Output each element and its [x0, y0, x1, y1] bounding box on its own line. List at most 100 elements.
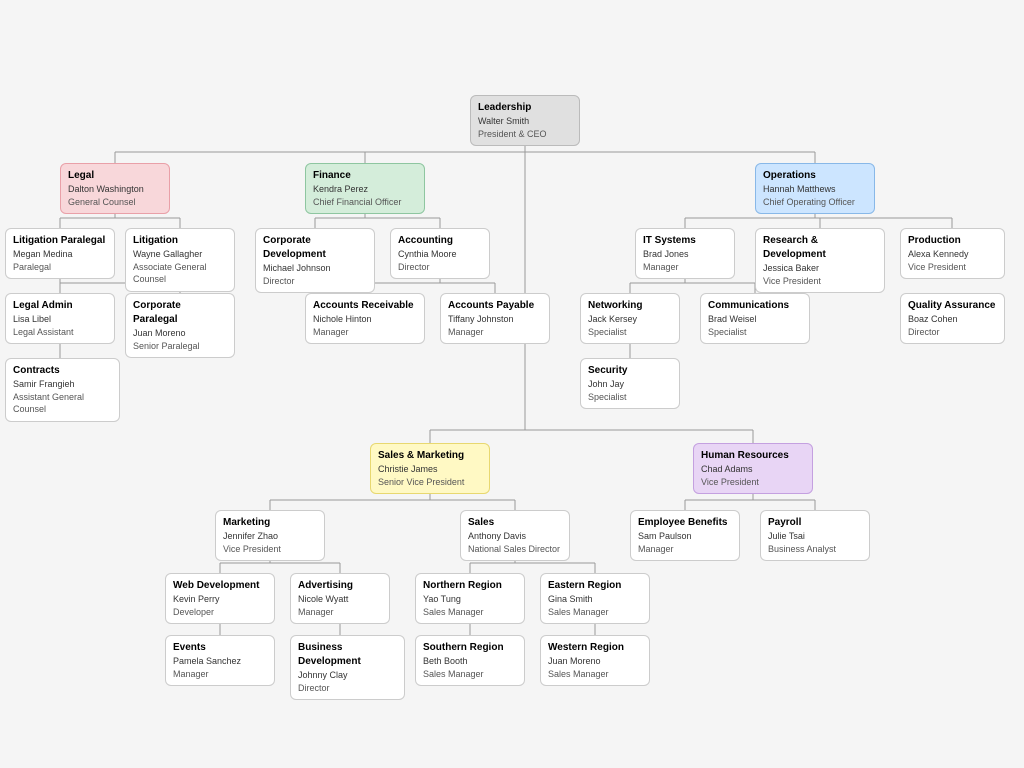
node-title-networking: Networking: [588, 299, 672, 313]
node-name-corp_paralegal: Juan Moreno: [133, 327, 227, 340]
node-name-networking: Jack Kersey: [588, 313, 672, 326]
node-name-it_systems: Brad Jones: [643, 248, 727, 261]
node-role-legal: General Counsel: [68, 196, 162, 209]
node-title-it_systems: IT Systems: [643, 234, 727, 248]
node-role-eastern_region: Sales Manager: [548, 606, 642, 619]
node-role-biz_dev: Director: [298, 682, 397, 695]
node-title-legal_admin: Legal Admin: [13, 299, 107, 313]
node-role-western_region: Sales Manager: [548, 668, 642, 681]
node-name-western_region: Juan Moreno: [548, 655, 642, 668]
node-communications: CommunicationsBrad WeiselSpecialist: [700, 293, 810, 344]
node-leadership: LeadershipWalter SmithPresident & CEO: [470, 95, 580, 146]
node-name-quality_assurance: Boaz Cohen: [908, 313, 997, 326]
node-title-eastern_region: Eastern Region: [548, 579, 642, 593]
node-role-legal_admin: Legal Assistant: [13, 326, 107, 339]
node-role-events: Manager: [173, 668, 267, 681]
node-role-accounting: Director: [398, 261, 482, 274]
node-role-litigation: Associate General Counsel: [133, 261, 227, 286]
node-title-security: Security: [588, 364, 672, 378]
node-role-finance: Chief Financial Officer: [313, 196, 417, 209]
node-role-advertising: Manager: [298, 606, 382, 619]
node-name-legal: Dalton Washington: [68, 183, 162, 196]
node-role-leadership: President & CEO: [478, 128, 572, 141]
node-role-operations: Chief Operating Officer: [763, 196, 867, 209]
node-name-human_resources: Chad Adams: [701, 463, 805, 476]
node-title-payroll: Payroll: [768, 516, 862, 530]
node-role-contracts: Assistant General Counsel: [13, 391, 112, 416]
node-title-marketing: Marketing: [223, 516, 317, 530]
node-role-human_resources: Vice President: [701, 476, 805, 489]
node-role-communications: Specialist: [708, 326, 802, 339]
node-finance: FinanceKendra PerezChief Financial Offic…: [305, 163, 425, 214]
node-role-web_dev: Developer: [173, 606, 267, 619]
node-title-contracts: Contracts: [13, 364, 112, 378]
node-name-production: Alexa Kennedy: [908, 248, 997, 261]
node-title-accts_receivable: Accounts Receivable: [313, 299, 417, 313]
node-corp_dev: Corporate DevelopmentMichael JohnsonDire…: [255, 228, 375, 293]
node-title-leadership: Leadership: [478, 101, 572, 115]
node-operations: OperationsHannah MatthewsChief Operating…: [755, 163, 875, 214]
node-web_dev: Web DevelopmentKevin PerryDeveloper: [165, 573, 275, 624]
node-it_systems: IT SystemsBrad JonesManager: [635, 228, 735, 279]
node-role-r_and_d: Vice President: [763, 275, 877, 288]
node-title-sales_marketing: Sales & Marketing: [378, 449, 482, 463]
node-title-finance: Finance: [313, 169, 417, 183]
node-litigation_paralegal: Litigation ParalegalMegan MedinaParalega…: [5, 228, 115, 279]
node-title-quality_assurance: Quality Assurance: [908, 299, 997, 313]
node-litigation: LitigationWayne GallagherAssociate Gener…: [125, 228, 235, 292]
node-sales_marketing: Sales & MarketingChristie JamesSenior Vi…: [370, 443, 490, 494]
node-name-web_dev: Kevin Perry: [173, 593, 267, 606]
node-name-litigation: Wayne Gallagher: [133, 248, 227, 261]
node-title-accts_payable: Accounts Payable: [448, 299, 542, 313]
node-networking: NetworkingJack KerseySpecialist: [580, 293, 680, 344]
node-name-sales_marketing: Christie James: [378, 463, 482, 476]
node-biz_dev: Business DevelopmentJohnny ClayDirector: [290, 635, 405, 700]
node-role-corp_paralegal: Senior Paralegal: [133, 340, 227, 353]
org-chart: LeadershipWalter SmithPresident & CEO Leg…: [0, 0, 1024, 768]
node-title-sales: Sales: [468, 516, 562, 530]
node-title-biz_dev: Business Development: [298, 641, 397, 669]
node-title-operations: Operations: [763, 169, 867, 183]
node-accts_receivable: Accounts ReceivableNichole HintonManager: [305, 293, 425, 344]
node-title-web_dev: Web Development: [173, 579, 267, 593]
node-role-corp_dev: Director: [263, 275, 367, 288]
node-name-legal_admin: Lisa Libel: [13, 313, 107, 326]
node-name-sales: Anthony Davis: [468, 530, 562, 543]
node-name-accounting: Cynthia Moore: [398, 248, 482, 261]
node-title-r_and_d: Research & Development: [763, 234, 877, 262]
node-title-legal: Legal: [68, 169, 162, 183]
node-northern_region: Northern RegionYao TungSales Manager: [415, 573, 525, 624]
node-role-it_systems: Manager: [643, 261, 727, 274]
node-name-advertising: Nicole Wyatt: [298, 593, 382, 606]
node-role-quality_assurance: Director: [908, 326, 997, 339]
node-legal: LegalDalton WashingtonGeneral Counsel: [60, 163, 170, 214]
node-title-advertising: Advertising: [298, 579, 382, 593]
node-role-southern_region: Sales Manager: [423, 668, 517, 681]
node-name-northern_region: Yao Tung: [423, 593, 517, 606]
node-emp_benefits: Employee BenefitsSam PaulsonManager: [630, 510, 740, 561]
node-title-corp_dev: Corporate Development: [263, 234, 367, 262]
node-accounting: AccountingCynthia MooreDirector: [390, 228, 490, 279]
node-sales: SalesAnthony DavisNational Sales Directo…: [460, 510, 570, 561]
node-name-biz_dev: Johnny Clay: [298, 669, 397, 682]
node-name-events: Pamela Sanchez: [173, 655, 267, 668]
node-name-operations: Hannah Matthews: [763, 183, 867, 196]
node-advertising: AdvertisingNicole WyattManager: [290, 573, 390, 624]
node-southern_region: Southern RegionBeth BoothSales Manager: [415, 635, 525, 686]
node-role-payroll: Business Analyst: [768, 543, 862, 556]
node-role-networking: Specialist: [588, 326, 672, 339]
node-accts_payable: Accounts PayableTiffany JohnstonManager: [440, 293, 550, 344]
node-legal_admin: Legal AdminLisa LibelLegal Assistant: [5, 293, 115, 344]
node-title-accounting: Accounting: [398, 234, 482, 248]
node-name-finance: Kendra Perez: [313, 183, 417, 196]
node-name-marketing: Jennifer Zhao: [223, 530, 317, 543]
node-eastern_region: Eastern RegionGina SmithSales Manager: [540, 573, 650, 624]
node-title-corp_paralegal: Corporate Paralegal: [133, 299, 227, 327]
node-events: EventsPamela SanchezManager: [165, 635, 275, 686]
node-name-litigation_paralegal: Megan Medina: [13, 248, 107, 261]
node-role-emp_benefits: Manager: [638, 543, 732, 556]
node-name-communications: Brad Weisel: [708, 313, 802, 326]
node-role-sales_marketing: Senior Vice President: [378, 476, 482, 489]
node-payroll: PayrollJulie TsaiBusiness Analyst: [760, 510, 870, 561]
node-name-r_and_d: Jessica Baker: [763, 262, 877, 275]
